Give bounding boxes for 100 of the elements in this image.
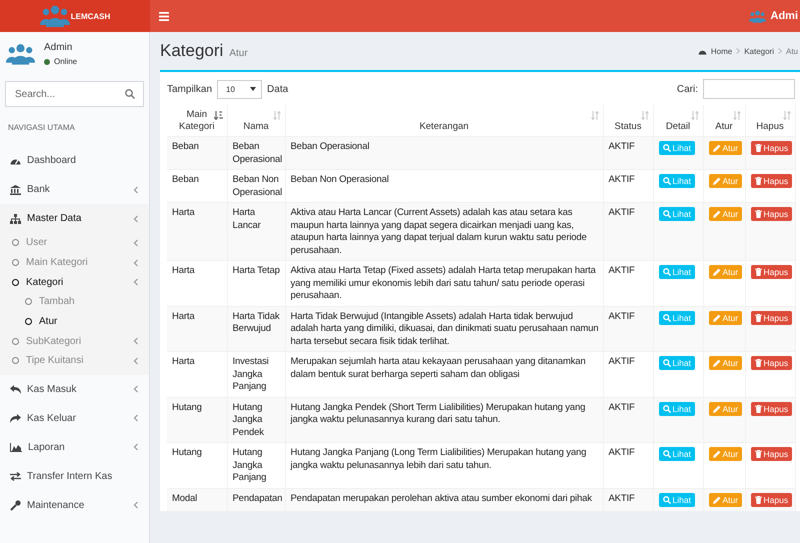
chevron-icon — [133, 278, 139, 286]
submenu-item[interactable]: Kategori — [0, 272, 149, 292]
table-cell: Harta — [167, 306, 227, 352]
table-cell: Hutang — [167, 397, 227, 442]
trash-icon — [754, 177, 762, 185]
view-button[interactable]: Lihat — [658, 402, 695, 416]
trash-icon — [754, 496, 762, 504]
show-label: Tampilkan — [167, 84, 212, 94]
breadcrumb-link[interactable]: Home — [710, 46, 732, 56]
table-cell: Modal — [167, 488, 227, 511]
page-size-select[interactable]: 10 — [217, 80, 262, 98]
chevron-right-icon — [736, 48, 740, 54]
delete-button[interactable]: Hapus — [750, 356, 792, 370]
user-name: Admin — [44, 42, 74, 53]
delete-button[interactable]: Hapus — [750, 402, 792, 416]
nav-item[interactable]: Bank — [0, 175, 149, 204]
nav-item[interactable]: Maintenance — [0, 490, 149, 520]
view-button[interactable]: Lihat — [658, 356, 695, 370]
breadcrumb-link[interactable]: Kategori — [744, 46, 774, 56]
edit-button[interactable]: Atur — [708, 310, 742, 324]
edit-button[interactable]: Atur — [708, 356, 742, 370]
table-cell: AKTIF — [603, 306, 653, 352]
trash-icon — [754, 314, 762, 322]
sort-icon — [590, 111, 598, 120]
edit-button[interactable]: Atur — [708, 265, 742, 279]
search-icon — [662, 268, 670, 276]
edit-button[interactable]: Atur — [708, 447, 742, 461]
pencil-icon — [712, 144, 720, 152]
view-button[interactable]: Lihat — [658, 310, 695, 324]
submenu-item[interactable]: Atur — [0, 312, 149, 332]
status-text: Online — [54, 57, 78, 66]
delete-button[interactable]: Hapus — [750, 207, 792, 221]
submenu-item[interactable]: Tambah — [0, 292, 149, 312]
table-cell: Beban Operasional — [227, 136, 285, 170]
nav-item[interactable]: Master Data — [0, 204, 149, 233]
view-button[interactable]: Lihat — [658, 447, 695, 461]
delete-button[interactable]: Hapus — [750, 174, 792, 188]
submenu-item[interactable]: SubKategori — [0, 331, 149, 352]
delete-button[interactable]: Hapus — [750, 447, 792, 461]
table-cell: Pendapatan — [227, 488, 285, 511]
user-menu[interactable]: Admi — [748, 10, 800, 22]
view-button[interactable]: Lihat — [658, 265, 695, 279]
sort-ascending-icon — [214, 111, 222, 120]
submenu-item[interactable]: Tipe Kuitansi — [0, 351, 149, 371]
delete-button[interactable]: Hapus — [750, 492, 792, 506]
trash-icon — [754, 359, 762, 367]
table-search-field[interactable] — [703, 79, 795, 99]
view-button[interactable]: Lihat — [658, 174, 695, 188]
nav-item[interactable]: Dashboard — [0, 146, 149, 175]
table-cell: Beban Operasional — [285, 136, 603, 170]
submenu-item[interactable]: User — [0, 233, 149, 253]
circle-icon — [25, 318, 32, 326]
table-cell: AKTIF — [603, 397, 653, 442]
share-arrow-icon — [10, 414, 21, 423]
table-cell: Hutang Jangka Pendek (Short Term Lialibilities) Merupakan hutang yang jangka waktu pelunasannya kurang dari satu tahun. — [285, 397, 603, 442]
pencil-icon — [712, 359, 720, 367]
edit-button[interactable]: Atur — [708, 141, 742, 155]
nav-section-header: NAVIGASI UTAMA — [7, 122, 76, 134]
edit-button[interactable]: Atur — [708, 492, 742, 506]
delete-button[interactable]: Hapus — [750, 265, 792, 279]
submenu-item[interactable]: Main Kategori — [0, 252, 149, 272]
chevron-icon — [133, 443, 139, 452]
search-icon — [662, 404, 670, 412]
chevron-icon — [133, 337, 139, 346]
trash-icon — [754, 404, 762, 412]
table-cell: Beban — [167, 136, 227, 170]
nav-item[interactable]: Transfer Intern Kas — [0, 462, 149, 491]
edit-button[interactable]: Atur — [708, 207, 742, 221]
user-avatar-icon — [748, 10, 766, 22]
page-subtitle: Atur — [229, 48, 248, 59]
search-field[interactable]: Search... — [5, 81, 144, 107]
sitemap-icon — [10, 214, 21, 224]
search-label: Cari: — [676, 84, 698, 94]
nav-item[interactable]: Kas Masuk — [0, 374, 149, 404]
table-cell: Aktiva atau Harta Lancar (Current Assets) adalah kas atau setara kas maupun harta lainnya yang dapat segera dicairkan menjadi uang kas, ataupun harta lainnya yang dapat terjual dalam kurun waktu satu periode perusahaan. — [285, 202, 603, 260]
circle-icon — [12, 278, 19, 286]
sort-icon — [640, 111, 648, 120]
dropdown-caret-icon — [250, 87, 256, 91]
view-button[interactable]: Lihat — [658, 141, 695, 155]
table-cell: Harta Lancar — [227, 202, 285, 260]
delete-button[interactable]: Hapus — [750, 141, 792, 155]
table-cell: Harta Tidak Berwujud (Intangible Assets) adalah Harta tidak berwujud adalah harta yang dimiliki, dikuasai, dan dinikmati suatu perusahaan namun harta tersebut secara fisik tidak terlihat. — [285, 306, 603, 352]
chevron-icon — [133, 385, 139, 394]
nav-item[interactable]: Laporan — [0, 432, 149, 462]
view-button[interactable]: Lihat — [658, 492, 695, 506]
chevron-icon — [133, 186, 139, 194]
circle-icon — [12, 357, 19, 364]
nav-item[interactable]: Kas Keluar — [0, 404, 149, 433]
delete-button[interactable]: Hapus — [750, 310, 792, 324]
breadcrumb-link[interactable]: Atu — [786, 46, 798, 56]
chevron-right-icon — [778, 48, 782, 54]
circle-icon — [12, 239, 19, 246]
circle-icon — [12, 338, 19, 345]
chevron-icon — [133, 356, 139, 365]
menu-icon — [159, 12, 169, 20]
circle-icon — [12, 259, 19, 266]
edit-button[interactable]: Atur — [708, 402, 742, 416]
pencil-icon — [712, 210, 720, 218]
view-button[interactable]: Lihat — [658, 207, 695, 221]
edit-button[interactable]: Atur — [708, 174, 742, 188]
